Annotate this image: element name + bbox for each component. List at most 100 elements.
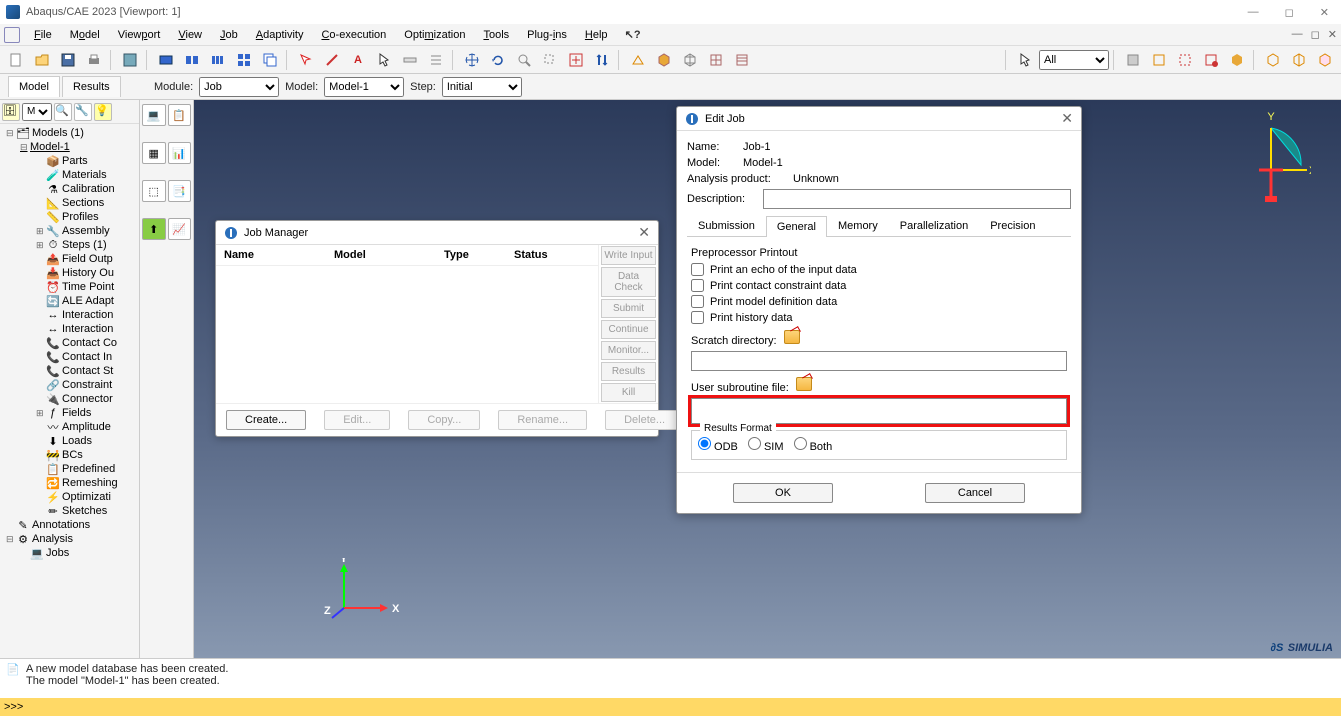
viewport-maximize-button[interactable]: ◻ [1311,28,1320,41]
list-icon[interactable] [424,49,448,71]
step-dropdown[interactable]: Initial [442,77,522,97]
user-subroutine-browse-icon[interactable] [796,377,812,391]
modtool-5-icon[interactable]: ⬚ [142,180,166,202]
job-description-input[interactable] [763,189,1071,209]
layout-3-icon[interactable] [206,49,230,71]
view-cube-icon[interactable]: Y X [1231,110,1311,210]
tree-item-parts[interactable]: 📦Parts [2,154,137,168]
job-kill-button[interactable]: Kill [601,383,656,402]
app-menu-icon[interactable] [4,27,20,43]
check-2[interactable] [691,295,704,308]
tab-memory[interactable]: Memory [827,215,889,236]
zoom-box-icon[interactable] [538,49,562,71]
tree-item-contact-co[interactable]: 📞Contact Co [2,336,137,350]
job-edit-button[interactable]: Edit... [324,410,390,430]
tree-models-root[interactable]: ⊟🗂Models (1) [2,126,137,140]
menu-plugins[interactable]: Plug-ins [519,27,575,43]
menu-adaptivity[interactable]: Adaptivity [248,27,312,43]
save-icon[interactable] [56,49,80,71]
results-option-odb[interactable]: ODB [698,437,738,453]
tree-item-steps-[interactable]: ⊞⏱Steps (1) [2,238,137,252]
job-continue-button[interactable]: Continue [601,320,656,339]
tree-item-optimizati[interactable]: ⚡Optimizati [2,490,137,504]
tree-annotations[interactable]: ✎Annotations [2,518,137,532]
new-file-icon[interactable] [4,49,28,71]
check-1[interactable] [691,279,704,292]
tab-general[interactable]: General [766,216,827,237]
tab-parallelization[interactable]: Parallelization [889,215,979,236]
tool-f-icon[interactable] [1261,49,1285,71]
job-write-input-button[interactable]: Write Input [601,246,656,265]
menu-help[interactable]: Help [577,27,616,43]
modtool-7-icon[interactable]: ⬆ [142,218,166,240]
tree-item-bcs[interactable]: 🚧BCs [2,448,137,462]
job-results-button[interactable]: Results [601,362,656,381]
tree-item-connector[interactable]: 🔌Connector [2,392,137,406]
tree-item-contact-in[interactable]: 📞Contact In [2,350,137,364]
perspective-icon[interactable] [626,49,650,71]
tree-item-predefined[interactable]: 📋Predefined [2,462,137,476]
job-manager-close-icon[interactable]: ✕ [638,224,650,241]
rotate-icon[interactable] [486,49,510,71]
job-copy-button[interactable]: Copy... [408,410,480,430]
tree-item-interaction[interactable]: ↔Interaction [2,308,137,322]
select-icon[interactable] [294,49,318,71]
tree-tool-icon[interactable]: 🗄 [2,103,20,121]
render-shaded-icon[interactable] [652,49,676,71]
render-wire-icon[interactable] [678,49,702,71]
menu-job[interactable]: Job [212,27,246,43]
job-monitor--button[interactable]: Monitor... [601,341,656,360]
viewport-minimize-button[interactable]: — [1292,28,1303,41]
job-submit-button[interactable]: Submit [601,299,656,318]
scratch-dir-browse-icon[interactable] [784,330,800,344]
layout-cascade-icon[interactable] [258,49,282,71]
scratch-dir-input[interactable] [691,351,1067,371]
tree-item-calibration[interactable]: ⚗Calibration [2,182,137,196]
tool-c-icon[interactable] [1173,49,1197,71]
tree-item-interaction[interactable]: ↔Interaction [2,322,137,336]
tree-item-loads[interactable]: ⬇Loads [2,434,137,448]
tree-item-contact-st[interactable]: 📞Contact St [2,364,137,378]
tab-results[interactable]: Results [62,76,121,97]
tree-item-profiles[interactable]: 📏Profiles [2,210,137,224]
tab-precision[interactable]: Precision [979,215,1046,236]
tree-tool3-icon[interactable]: 🔧 [74,103,92,121]
menu-model[interactable]: Model [62,27,108,43]
cancel-button[interactable]: Cancel [925,483,1025,503]
tree-item-sections[interactable]: 📐Sections [2,196,137,210]
tree-item-field-outp[interactable]: 📤Field Outp [2,252,137,266]
window-close-button[interactable]: ✕ [1314,6,1335,19]
tree-hint-icon[interactable]: 💡 [94,103,112,121]
tool-e-icon[interactable] [1225,49,1249,71]
modtool-1-icon[interactable]: 💻 [142,104,166,126]
tab-model[interactable]: Model [8,76,60,97]
tool-d-icon[interactable] [1199,49,1223,71]
tool-b-icon[interactable] [1147,49,1171,71]
tree-filter-dropdown[interactable]: M [22,103,52,121]
menu-file[interactable]: File [26,27,60,43]
job-delete-button[interactable]: Delete... [605,410,684,430]
module-dropdown[interactable]: Job [199,77,279,97]
menu-view[interactable]: View [170,27,210,43]
tool-a-icon[interactable] [1121,49,1145,71]
layout-4-icon[interactable] [232,49,256,71]
modtool-3-icon[interactable]: ▦ [142,142,166,164]
tool-g-icon[interactable] [1287,49,1311,71]
user-subroutine-input[interactable] [691,398,1067,424]
cursor-icon[interactable] [372,49,396,71]
tree-item-ale-adapt[interactable]: 🔄ALE Adapt [2,294,137,308]
check-0[interactable] [691,263,704,276]
open-file-icon[interactable] [30,49,54,71]
tree-model-1[interactable]: ⊟Model-1 [2,140,137,154]
selection-cursor-icon[interactable] [1013,49,1037,71]
model-tree[interactable]: ⊟🗂Models (1) ⊟Model-1 📦Parts🧪Materials⚗C… [0,124,139,658]
model-dropdown[interactable]: Model-1 [324,77,404,97]
job-data-check-button[interactable]: Data Check [601,267,656,297]
layout-1-icon[interactable] [154,49,178,71]
layout-2-icon[interactable] [180,49,204,71]
results-option-sim[interactable]: SIM [748,437,784,453]
zoom-icon[interactable] [512,49,536,71]
modtool-8-icon[interactable]: 📈 [168,218,192,240]
job-rename-button[interactable]: Rename... [498,410,587,430]
tree-item-fields[interactable]: ⊞ƒFields [2,406,137,420]
